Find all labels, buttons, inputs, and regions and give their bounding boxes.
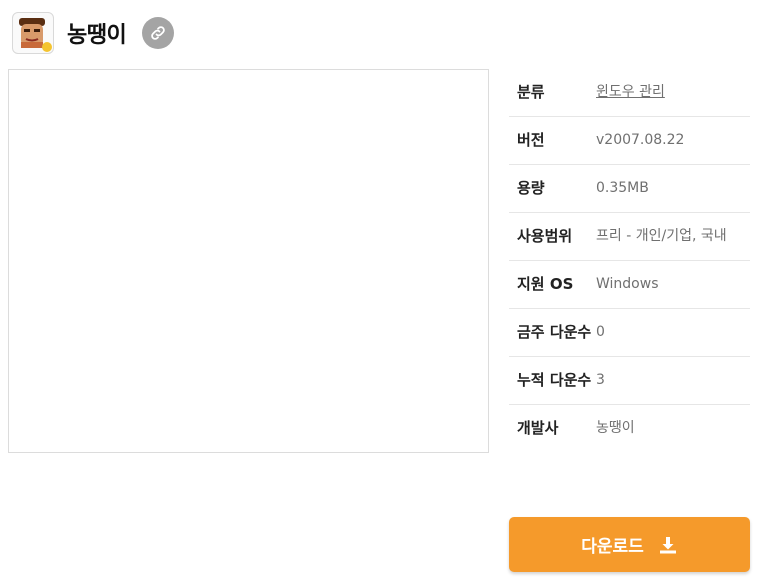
info-row-version: 버전 v2007.08.22 <box>509 117 750 165</box>
info-value: 0.35MB <box>596 180 649 196</box>
download-button[interactable]: 다운로드 <box>509 517 750 572</box>
screenshot-preview <box>8 69 489 453</box>
info-row-total-downloads: 누적 다운수 3 <box>509 357 750 405</box>
app-title: 농땡이 <box>67 23 127 48</box>
category-link[interactable]: 윈도우 관리 <box>596 81 750 104</box>
info-value: v2007.08.22 <box>596 132 685 148</box>
info-table: 분류 윈도우 관리 버전 v2007.08.22 용량 0.35MB 사용범위 … <box>509 69 750 452</box>
info-label: 누적 다운수 <box>517 371 592 389</box>
download-icon <box>658 535 678 555</box>
info-value: Windows <box>596 276 659 292</box>
app-header: 농땡이 <box>12 12 175 54</box>
download-label: 다운로드 <box>581 537 644 557</box>
info-row-os: 지원 OS Windows <box>509 261 750 309</box>
info-row-weekly-downloads: 금주 다운수 0 <box>509 309 750 357</box>
info-row-size: 용량 0.35MB <box>509 165 750 213</box>
info-label: 금주 다운수 <box>517 323 592 341</box>
info-label: 용량 <box>517 179 545 197</box>
info-value: 농땡이 <box>596 420 635 436</box>
info-label: 사용범위 <box>517 227 573 245</box>
info-row-license: 사용범위 프리 - 개인/기업, 국내 <box>509 213 750 261</box>
app-face-icon <box>12 12 54 54</box>
share-link-button[interactable] <box>142 17 175 49</box>
info-row-category: 분류 윈도우 관리 <box>509 69 750 117</box>
info-label: 지원 OS <box>517 275 574 293</box>
info-row-developer: 개발사 농땡이 <box>509 405 750 452</box>
info-value: 0 <box>596 324 605 340</box>
info-label: 분류 <box>517 83 545 101</box>
info-value: 3 <box>596 372 605 388</box>
link-icon <box>151 26 166 40</box>
info-value: 프리 - 개인/기업, 국내 <box>596 228 727 244</box>
info-label: 개발사 <box>517 419 559 437</box>
info-label: 버전 <box>517 131 545 149</box>
